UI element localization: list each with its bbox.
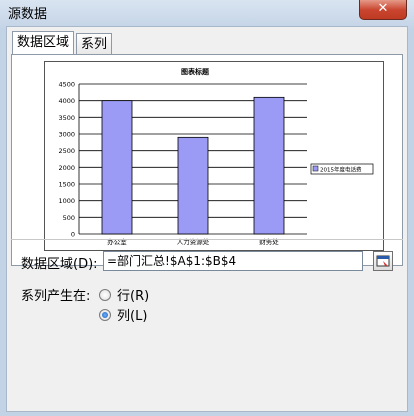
data-range-label: 数据区域(D): (21, 257, 98, 272)
bar (253, 96, 285, 235)
divider (11, 239, 403, 240)
data-range-input[interactable] (103, 251, 363, 271)
title-bar[interactable]: 源数据 ✕ (0, 0, 414, 24)
y-tick-label: 500 (63, 214, 75, 222)
y-tick-label: 2000 (58, 164, 75, 172)
y-tick-label: 1500 (58, 181, 75, 189)
range-select-icon (376, 255, 390, 267)
legend-swatch (312, 165, 319, 172)
tab-series[interactable]: 系列 (76, 33, 113, 55)
collapse-dialog-button[interactable] (373, 251, 393, 271)
y-tick-label: 3000 (58, 131, 75, 139)
chart-title: 图表标题 (181, 67, 210, 76)
y-tick-label: 0 (71, 231, 75, 239)
y-tick-label: 4000 (58, 97, 75, 105)
series-in-label: 系列产生在: (21, 289, 91, 304)
dialog-body: 数据区域 系列 图表标题 0 500 1000 1500 2000 2500 3000 3500… (6, 26, 408, 412)
radio-rows[interactable] (99, 289, 111, 301)
radio-columns-label[interactable]: 列(L) (117, 305, 147, 324)
legend-label: 2015年度电话费 (320, 166, 362, 174)
dialog-title: 源数据 (8, 7, 48, 22)
tab-label: 数据区域 (17, 35, 70, 50)
close-icon: ✕ (377, 1, 389, 16)
tab-panel-data-range: 图表标题 0 500 1000 1500 2000 2500 3000 3500 4000 4500… (11, 54, 403, 266)
y-tick-label: 2500 (58, 147, 75, 155)
y-tick-label: 3500 (58, 114, 75, 122)
chart-svg: 图表标题 0 500 1000 1500 2000 2500 3000 3500 4000 4500… (58, 67, 374, 246)
chart-preview: 图表标题 0 500 1000 1500 2000 2500 3000 3500 4000 4500… (44, 61, 384, 251)
radio-columns[interactable] (99, 309, 111, 321)
close-button[interactable]: ✕ (359, 0, 407, 20)
radio-selected-dot (102, 312, 108, 318)
y-tick-label: 1000 (58, 197, 75, 205)
bar (177, 136, 209, 235)
bar (101, 100, 133, 235)
radio-rows-label[interactable]: 行(R) (117, 285, 149, 304)
tab-data-range[interactable]: 数据区域 (12, 31, 75, 54)
y-tick-label: 4500 (58, 81, 75, 89)
source-data-dialog: 源数据 ✕ 数据区域 系列 图表标题 0 500 1000 1500 2000 2500 30… (0, 0, 414, 416)
tab-label: 系列 (81, 37, 108, 52)
